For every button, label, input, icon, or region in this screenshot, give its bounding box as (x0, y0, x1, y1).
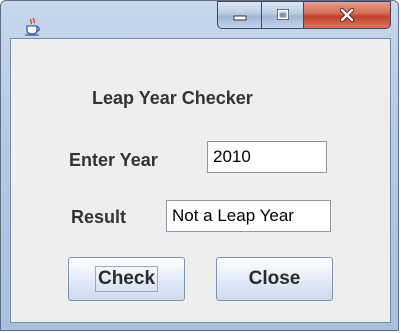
result-label: Result (71, 207, 127, 227)
maximize-button[interactable] (261, 1, 303, 29)
enter-year-label: Enter Year (69, 150, 158, 170)
java-cup-icon[interactable] (23, 17, 43, 37)
close-button[interactable]: Close (216, 257, 333, 301)
check-button[interactable]: Check (68, 257, 185, 301)
year-input[interactable]: 2010 (207, 141, 327, 173)
minimize-icon (233, 15, 246, 21)
maximize-icon (276, 9, 289, 20)
close-icon (339, 7, 355, 23)
content-pane: Leap Year Checker Enter Year 2010 Result… (10, 38, 391, 323)
title-bar[interactable] (1, 1, 398, 39)
check-button-label: Check (94, 266, 159, 292)
form-heading: Leap Year Checker (92, 88, 253, 108)
close-window-button[interactable] (303, 1, 391, 29)
result-field[interactable]: Not a Leap Year (166, 200, 331, 232)
caption-buttons (217, 1, 391, 31)
app-window: Leap Year Checker Enter Year 2010 Result… (0, 0, 399, 331)
minimize-button[interactable] (217, 1, 261, 29)
